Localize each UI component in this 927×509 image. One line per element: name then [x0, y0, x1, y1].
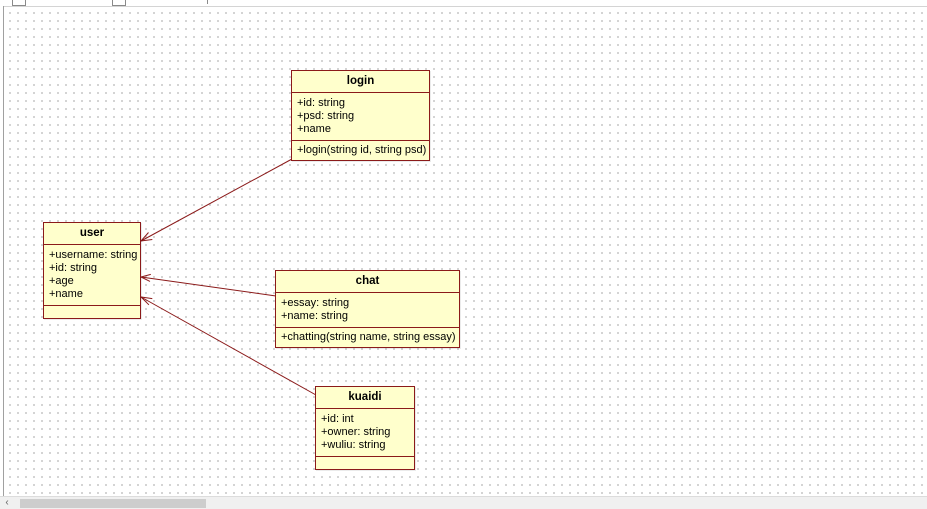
attribute: +psd: string [297, 110, 355, 122]
attribute: +username: string [49, 249, 138, 261]
class-attributes: +username: string +id: string +age +name [44, 245, 140, 306]
attribute: +id: int [321, 413, 354, 425]
attribute: +name: string [281, 310, 348, 322]
class-operations [44, 306, 140, 318]
toolbar-strip [0, 0, 927, 7]
class-kuaidi[interactable]: kuaidi +id: int +owner: string +wuliu: s… [315, 386, 415, 470]
attribute: +age [49, 275, 74, 287]
diagram-canvas[interactable] [4, 7, 927, 496]
class-operations: +chatting(string name, string essay) [276, 328, 459, 347]
operation: +login(string id, string psd) [297, 144, 427, 156]
class-name: kuaidi [316, 387, 414, 409]
class-name: login [292, 71, 429, 93]
attribute: +wuliu: string [321, 439, 386, 451]
horizontal-scrollbar[interactable]: ‹ [0, 496, 927, 509]
toolbar-separator [207, 0, 208, 4]
operation: +chatting(string name, string essay) [281, 331, 456, 343]
class-attributes: +essay: string +name: string [276, 293, 459, 328]
class-operations [316, 457, 414, 469]
class-chat[interactable]: chat +essay: string +name: string +chatt… [275, 270, 460, 348]
class-user[interactable]: user +username: string +id: string +age … [43, 222, 141, 319]
class-attributes: +id: int +owner: string +wuliu: string [316, 409, 414, 457]
class-name: chat [276, 271, 459, 293]
class-login[interactable]: login +id: string +psd: string +name +lo… [291, 70, 430, 161]
chevron-left-icon[interactable]: ‹ [2, 497, 12, 509]
scrollbar-thumb[interactable] [20, 499, 206, 508]
class-name: user [44, 223, 140, 245]
attribute: +name [297, 123, 331, 135]
attribute: +owner: string [321, 426, 391, 438]
class-operations: +login(string id, string psd) [292, 141, 429, 160]
attribute: +id: string [297, 97, 345, 109]
class-attributes: +id: string +psd: string +name [292, 93, 429, 141]
attribute: +id: string [49, 262, 97, 274]
toolbar-icon-partial[interactable] [112, 0, 126, 6]
attribute: +essay: string [281, 297, 350, 309]
attribute: +name [49, 288, 83, 300]
toolbar-icon-partial[interactable] [12, 0, 26, 6]
